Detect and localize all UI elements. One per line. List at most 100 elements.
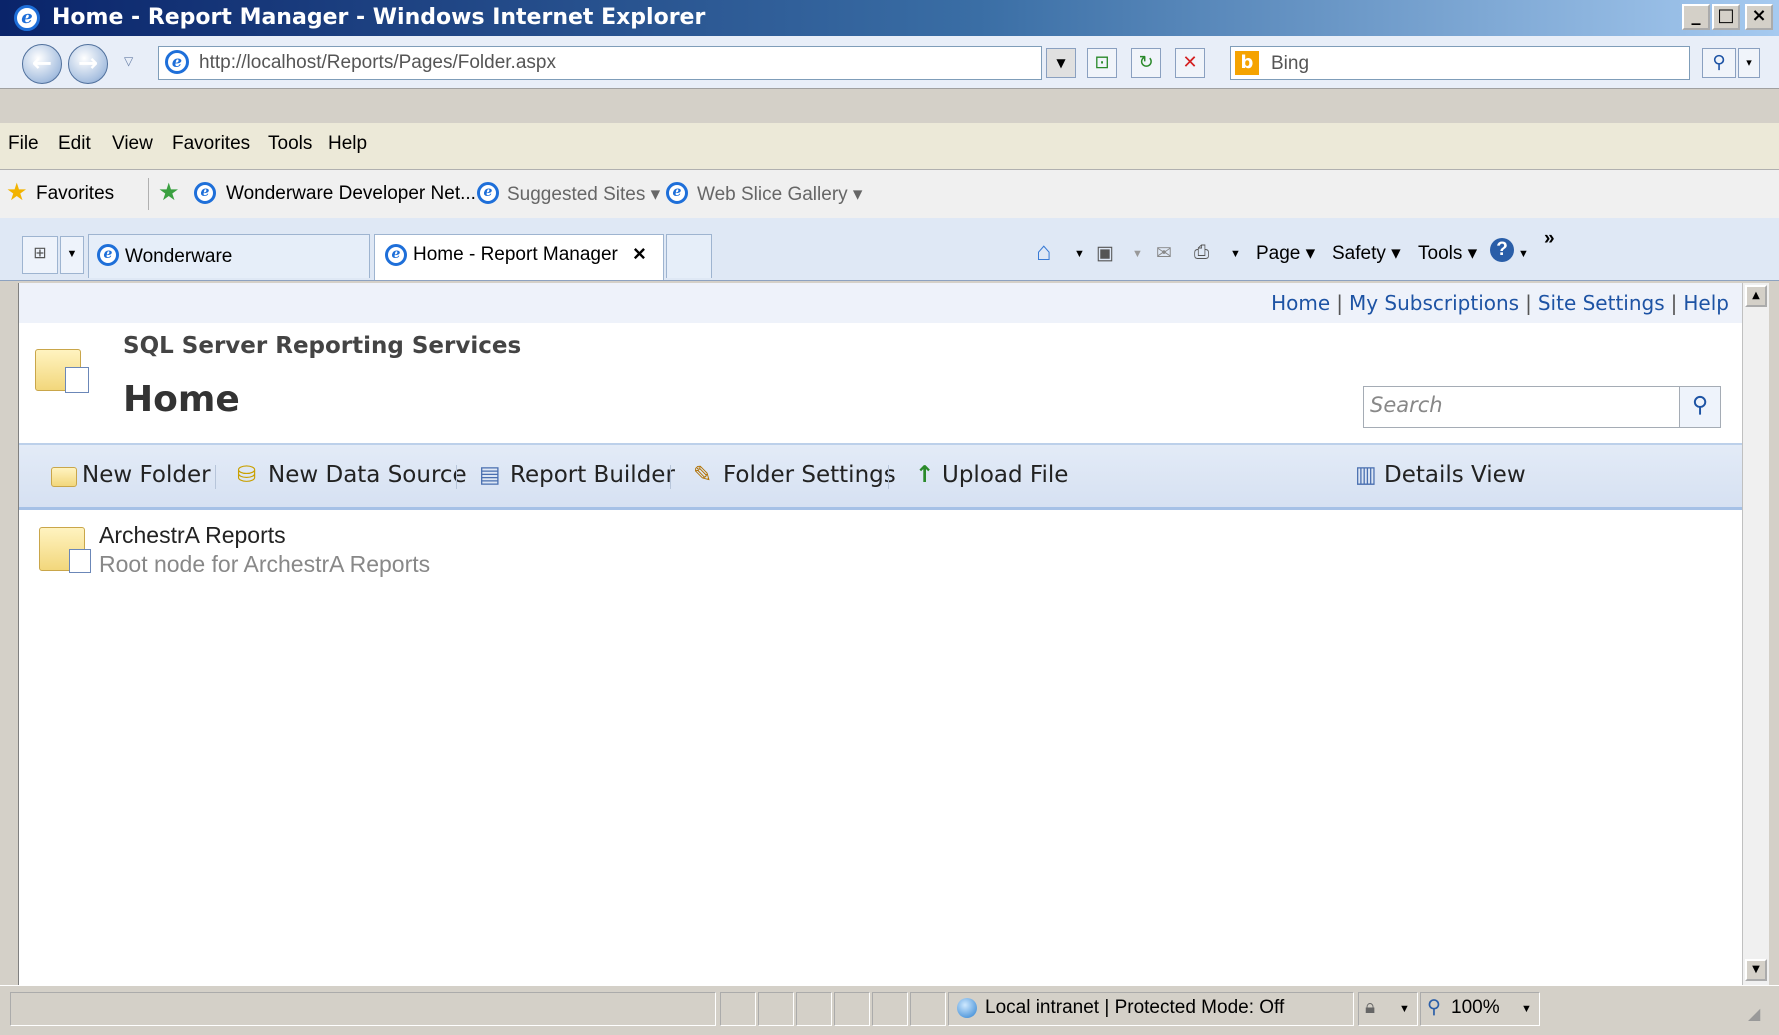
search-input[interactable]: Search [1363, 386, 1681, 428]
new-tab-button[interactable] [666, 234, 712, 278]
refresh-icon[interactable]: ↻ [1131, 48, 1161, 78]
folder-item-title[interactable]: ArchestrA Reports [99, 522, 286, 549]
tab-label: Home - Report Manager [413, 244, 618, 265]
search-go-icon[interactable]: ⚲ [1702, 48, 1736, 78]
global-links: Home | My Subscriptions | Site Settings | Help [19, 283, 1743, 323]
link-home[interactable]: Home [1271, 291, 1330, 315]
stop-icon[interactable]: ✕ [1175, 48, 1205, 78]
feeds-dropdown-icon[interactable]: ▼ [1132, 248, 1143, 260]
address-bar[interactable]: e http://localhost/Reports/Pages/Folder.… [158, 46, 1042, 80]
menu-tools[interactable]: Tools [268, 133, 312, 155]
status-bar: Local intranet | Protected Mode: Off 🔒︎ … [0, 985, 1779, 1035]
forward-button[interactable]: → [68, 44, 108, 84]
tab-label: Wonderware [125, 246, 233, 267]
menu-file[interactable]: File [8, 133, 39, 155]
divider [670, 465, 671, 489]
new-data-source-button[interactable]: New Data Source [268, 462, 467, 488]
scroll-down-icon[interactable]: ▼ [1745, 959, 1767, 981]
tab-wonderware[interactable]: e Wonderware [88, 234, 370, 278]
ie-tab-icon: e [97, 244, 119, 266]
ie-logo-icon: e [14, 5, 40, 31]
new-folder-icon [51, 467, 77, 487]
search-options-icon[interactable]: ▾ [1738, 48, 1760, 78]
details-view-button[interactable]: Details View [1384, 462, 1526, 488]
favorites-button[interactable]: Favorites [36, 183, 114, 205]
vertical-scrollbar[interactable]: ▲ ▼ [1742, 283, 1769, 985]
protected-mode-panel[interactable]: 🔒︎ ▼ [1358, 992, 1418, 1026]
search-placeholder: Search [1370, 393, 1443, 417]
search-icon[interactable]: ⚲ [1679, 386, 1721, 428]
help-icon[interactable]: ? [1490, 238, 1514, 262]
print-dropdown-icon[interactable]: ▼ [1230, 248, 1241, 260]
menu-view[interactable]: View [112, 133, 153, 155]
minimize-button[interactable]: _ [1682, 4, 1710, 30]
status-panel [872, 992, 908, 1026]
menu-help[interactable]: Help [328, 133, 367, 155]
page-menu[interactable]: Page ▾ [1256, 242, 1315, 265]
dropdown-icon: ▼ [1399, 1003, 1410, 1015]
details-view-icon: ▥ [1355, 462, 1377, 488]
folder-item-description: Root node for ArchestrA Reports [99, 551, 431, 577]
new-folder-button[interactable]: New Folder [82, 462, 211, 488]
link-my-subscriptions[interactable]: My Subscriptions [1349, 291, 1519, 315]
print-icon[interactable]: ⎙ [1194, 242, 1209, 264]
close-tab-icon[interactable]: × [633, 241, 646, 267]
home-icon[interactable]: ⌂ [1036, 236, 1052, 267]
lock-icon: 🔒︎ [1365, 997, 1376, 1018]
product-name: SQL Server Reporting Services [123, 333, 522, 359]
tab-list-icon[interactable]: ▼ [60, 236, 84, 274]
scroll-up-icon[interactable]: ▲ [1745, 285, 1767, 307]
divider [148, 178, 149, 210]
address-dropdown-icon[interactable]: ▼ [1046, 48, 1076, 78]
page-content: Home | My Subscriptions | Site Settings | Help… [18, 283, 1743, 985]
ie-tab-icon: e [385, 244, 407, 266]
folder-report-icon[interactable] [39, 523, 97, 575]
favorite-suggested-sites[interactable]: Suggested Sites ▾ [507, 183, 660, 206]
ie-page-icon: e [477, 182, 499, 204]
favorite-web-slice-gallery[interactable]: Web Slice Gallery ▾ [697, 183, 862, 206]
help-dropdown-icon[interactable]: ▼ [1518, 248, 1529, 260]
home-dropdown-icon[interactable]: ▼ [1074, 248, 1085, 260]
feeds-icon[interactable]: ▣ [1096, 242, 1114, 265]
link-site-settings[interactable]: Site Settings [1538, 291, 1665, 315]
report-builder-icon: ▤ [479, 462, 501, 488]
security-zone-panel[interactable]: Local intranet | Protected Mode: Off [948, 992, 1354, 1026]
page-title: Home [123, 379, 240, 420]
back-button[interactable]: ← [22, 44, 62, 84]
zoom-level: 100% [1451, 997, 1500, 1018]
upload-file-button[interactable]: Upload File [942, 462, 1068, 488]
security-zone-text: Local intranet | Protected Mode: Off [985, 997, 1285, 1018]
maximize-button[interactable]: □ [1712, 4, 1740, 30]
quick-tabs-icon[interactable]: ⊞ [22, 236, 58, 274]
search-provider-box[interactable]: b Bing [1230, 46, 1690, 80]
window-title: Home - Report Manager - Windows Internet… [52, 5, 706, 30]
ie-page-icon: e [194, 182, 216, 204]
divider [456, 465, 457, 489]
history-dropdown-icon[interactable]: ▽ [124, 54, 133, 68]
close-window-button[interactable]: × [1745, 4, 1773, 30]
compatibility-view-icon[interactable]: ⊡ [1087, 48, 1117, 78]
tab-home-report-manager[interactable]: e Home - Report Manager × [374, 234, 664, 280]
resize-grip-icon[interactable]: ◢ [1748, 1004, 1760, 1024]
search-provider-label[interactable]: Bing [1271, 53, 1309, 75]
browser-window: e Home - Report Manager - Windows Intern… [0, 0, 1779, 1035]
folder-settings-button[interactable]: Folder Settings [723, 462, 896, 488]
zoom-panel[interactable]: ⚲ 100% ▼ [1420, 992, 1540, 1026]
ie-page-icon: e [666, 182, 688, 204]
favorites-star-icon: ★ [6, 179, 28, 206]
read-mail-icon[interactable]: ✉ [1156, 242, 1172, 265]
add-favorite-icon[interactable]: ★ [158, 178, 180, 207]
safety-menu[interactable]: Safety ▾ [1332, 242, 1401, 265]
tools-menu[interactable]: Tools ▾ [1418, 242, 1477, 265]
more-commands-icon[interactable]: » [1544, 228, 1555, 250]
favorite-link-wonderware[interactable]: Wonderware Developer Net... [226, 183, 476, 205]
data-source-icon: ⛁ [237, 462, 257, 488]
menu-favorites[interactable]: Favorites [172, 133, 250, 155]
status-panel [796, 992, 832, 1026]
address-url[interactable]: http://localhost/Reports/Pages/Folder.as… [199, 52, 556, 74]
status-panel [758, 992, 794, 1026]
link-help[interactable]: Help [1683, 291, 1729, 315]
report-builder-button[interactable]: Report Builder [510, 462, 675, 488]
menu-edit[interactable]: Edit [58, 133, 91, 155]
status-panel [834, 992, 870, 1026]
